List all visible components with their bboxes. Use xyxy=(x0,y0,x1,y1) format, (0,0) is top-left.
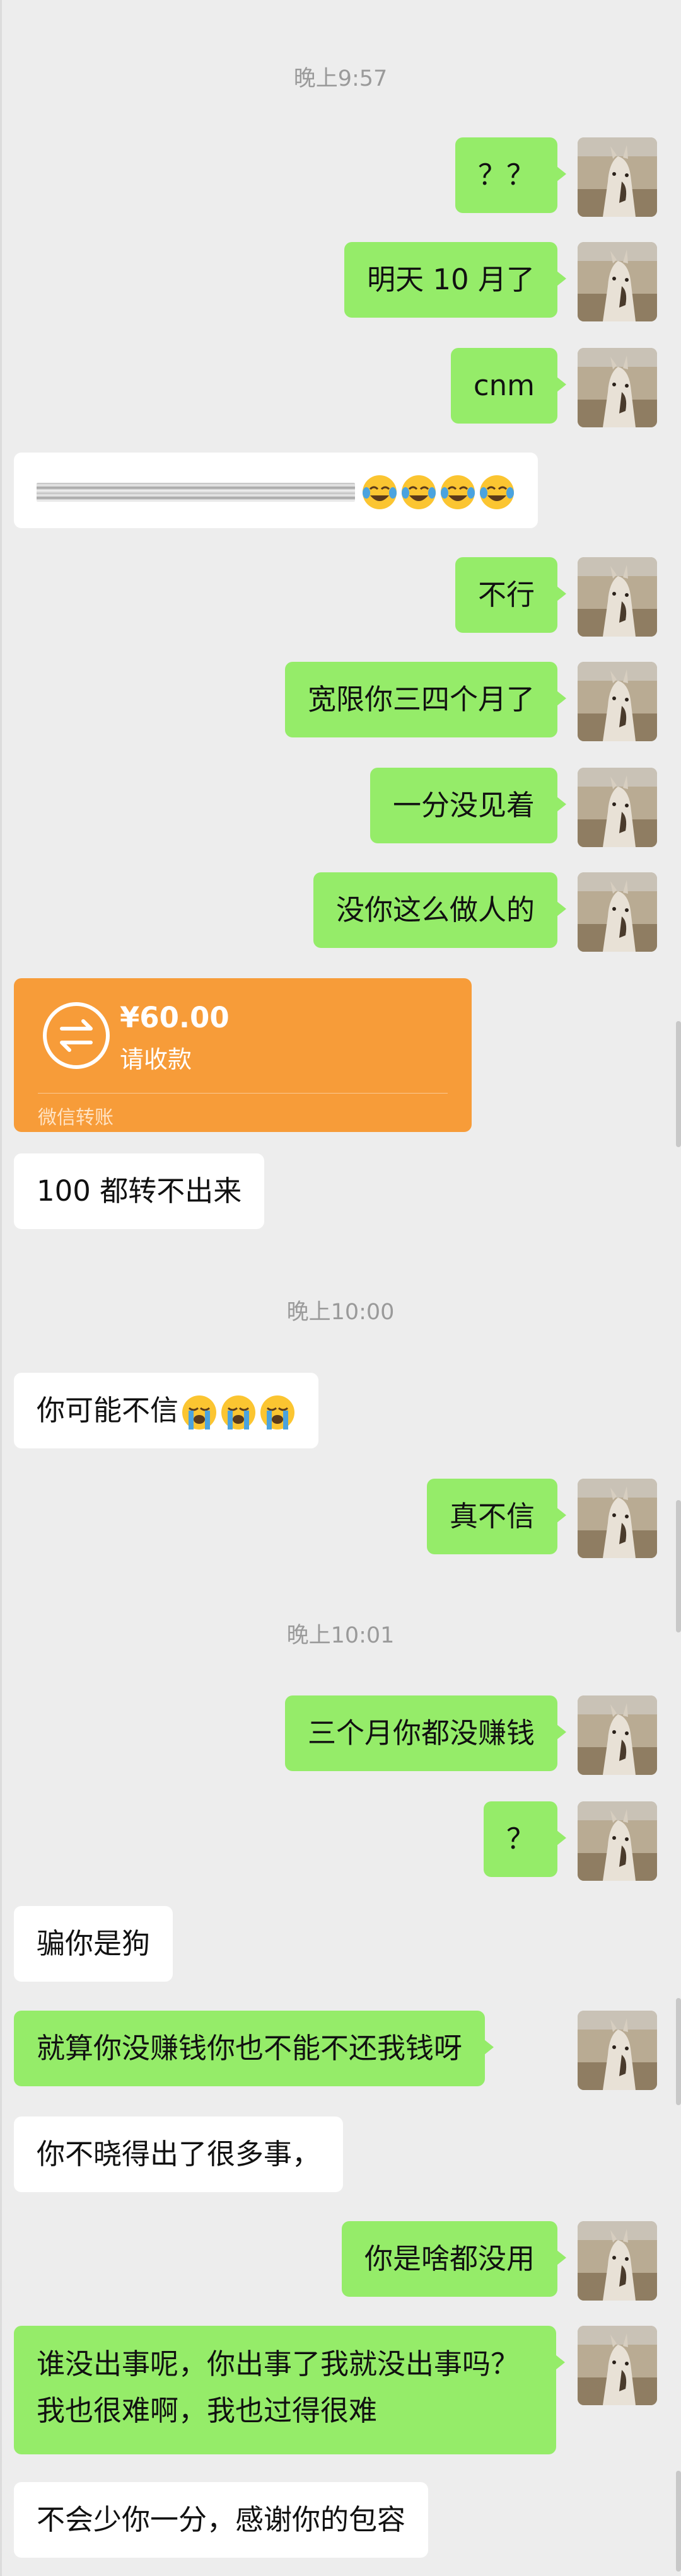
face-with-tears-of-joy-icon xyxy=(361,474,398,511)
horse-avatar-icon[interactable] xyxy=(578,1479,657,1558)
received-message[interactable]: 不会少你一分，感谢你的包容 xyxy=(14,2482,429,2558)
sent-message[interactable]: ？？ xyxy=(455,137,567,213)
timestamp: 晚上10:01 xyxy=(286,1623,395,1648)
received-message[interactable]: 100 都转不出来 xyxy=(14,1153,265,1229)
loudly-crying-face-icon xyxy=(259,1394,296,1431)
scrollbar-thumb[interactable] xyxy=(676,1500,681,1632)
received-message[interactable]: 你不晓得出了很多事， xyxy=(14,2117,344,2192)
sent-message[interactable]: 就算你没赚钱你也不能不还我钱呀 xyxy=(14,2011,494,2086)
transfer-arrows-icon xyxy=(42,1001,111,1070)
received-message[interactable]: 你可能不信 xyxy=(14,1373,319,1448)
divider xyxy=(38,1093,448,1094)
horse-avatar-icon[interactable] xyxy=(578,1801,657,1881)
horse-avatar-icon[interactable] xyxy=(578,137,657,217)
received-message-redacted[interactable] xyxy=(14,453,538,528)
timestamp: 晚上9:57 xyxy=(293,66,388,91)
sent-message[interactable]: 不行 xyxy=(455,557,567,633)
horse-avatar-icon[interactable] xyxy=(578,1695,657,1775)
face-with-tears-of-joy-icon xyxy=(400,474,437,511)
sent-message[interactable]: 一分没见着 xyxy=(370,768,567,843)
transfer-status: 请收款 xyxy=(120,1046,192,1073)
sent-message[interactable]: 谁没出事呢，你出事了我就没出事吗？我也很难啊，我也过得很难 xyxy=(14,2326,565,2454)
horse-avatar-icon[interactable] xyxy=(578,662,657,741)
chat-view[interactable]: 晚上9:57 ？？ 明天 10 月了 cnm 不行 宽限你三四个月了 一分没见着… xyxy=(0,0,681,2576)
face-with-tears-of-joy-icon xyxy=(439,474,476,511)
sent-message[interactable]: 宽限你三四个月了 xyxy=(284,662,567,737)
horse-avatar-icon[interactable] xyxy=(578,872,657,952)
transfer-amount: ¥60.00 xyxy=(120,1001,230,1034)
sent-message[interactable]: 三个月你都没赚钱 xyxy=(284,1695,567,1771)
message-text: 你可能不信 xyxy=(37,1394,179,1427)
sent-message[interactable]: 你是啥都没用 xyxy=(341,2221,567,2297)
scrollbar-thumb[interactable] xyxy=(676,1998,681,2105)
horse-avatar-icon[interactable] xyxy=(578,2326,657,2405)
sent-message[interactable]: 明天 10 月了 xyxy=(344,242,566,318)
transfer-footer-label: 微信转账 xyxy=(38,1107,114,1129)
sent-message[interactable]: ？ xyxy=(483,1801,567,1877)
timestamp: 晚上10:00 xyxy=(286,1300,395,1325)
horse-avatar-icon[interactable] xyxy=(578,557,657,637)
sent-message[interactable]: cnm xyxy=(450,348,567,424)
horse-avatar-icon[interactable] xyxy=(578,242,657,321)
transfer-card[interactable]: ¥60.00 请收款 微信转账 xyxy=(14,978,472,1132)
sent-message[interactable]: 没你这么做人的 xyxy=(313,872,567,948)
left-edge-divider xyxy=(0,0,2,2576)
sent-message[interactable]: 真不信 xyxy=(426,1479,567,1554)
horse-avatar-icon[interactable] xyxy=(578,768,657,847)
horse-avatar-icon[interactable] xyxy=(578,2221,657,2301)
scrollbar-thumb[interactable] xyxy=(676,2471,681,2572)
horse-avatar-icon[interactable] xyxy=(578,2011,657,2090)
received-message[interactable]: 骗你是狗 xyxy=(14,1906,173,1982)
scrollbar-thumb[interactable] xyxy=(676,1021,681,1147)
loudly-crying-face-icon xyxy=(181,1394,218,1431)
redacted-text xyxy=(37,483,355,502)
horse-avatar-icon[interactable] xyxy=(578,348,657,427)
loudly-crying-face-icon xyxy=(220,1394,257,1431)
face-with-tears-of-joy-icon xyxy=(479,474,515,511)
